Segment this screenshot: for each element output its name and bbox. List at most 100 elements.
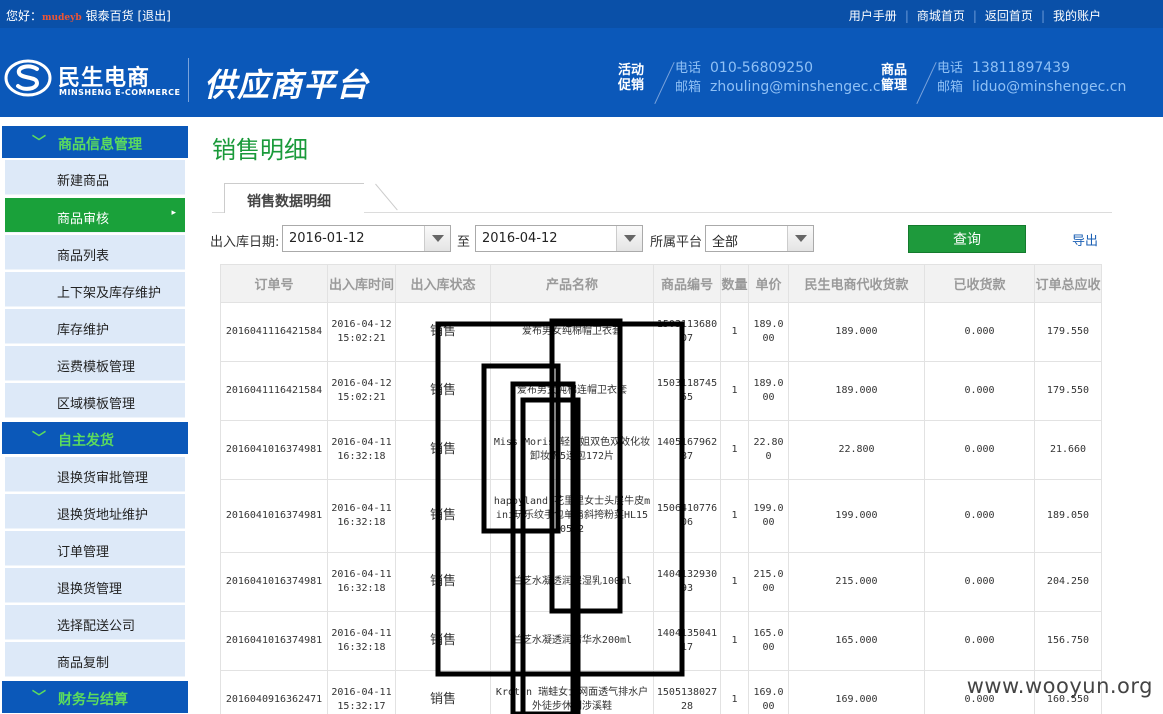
received-cell: 0.000 [924, 479, 1035, 553]
sidebar-item-label: 退换货审批管理 [57, 471, 149, 486]
promo-label-line: 促销 [618, 78, 645, 93]
tab-label: 销售数据明细 [247, 194, 331, 210]
divider [188, 58, 189, 102]
sidebar-item-orders[interactable]: 订单管理 [5, 531, 185, 566]
column-header: 数量 [720, 264, 749, 303]
date-text: 2016-04-11 [331, 503, 392, 514]
order-number-cell: 2016041016374981 [220, 611, 328, 671]
user-manual-link[interactable]: 用户手册 [849, 9, 897, 23]
received-cell: 0.000 [924, 552, 1035, 612]
sidebar-item-label: 订单管理 [57, 545, 110, 560]
section-title: 商品信息管理 [58, 137, 142, 153]
sidebar-section-goods-info[interactable]: ﹀ 商品信息管理 [2, 126, 188, 158]
goods-label: 商品 管理 [881, 63, 907, 93]
sidebar-item-label: 退换货地址维护 [57, 508, 149, 523]
sidebar-item-return-address[interactable]: 退换货地址维护 [5, 494, 185, 529]
end-date-value: 2016-04-12 [482, 231, 558, 246]
logout-link[interactable]: [退出] [137, 9, 170, 23]
date-text: 2016-04-11 [331, 628, 392, 639]
chevron-down-icon: ﹀ [32, 431, 46, 447]
date-text: 2016-04-11 [331, 437, 392, 448]
order-number-cell: 2016041016374981 [220, 479, 328, 553]
table-row: 2016041116421584 2016-04-12 15:02:21 销售 爱布男女… [220, 302, 1102, 362]
to-label: 至 [457, 235, 471, 250]
collection-cell: 189.000 [788, 361, 925, 421]
quantity-cell: 1 [720, 302, 749, 362]
sidebar-item-label: 新建商品 [57, 174, 110, 189]
sidebar-item-product-copy[interactable]: 商品复制 [5, 642, 185, 677]
back-home-link[interactable]: 返回首页 [985, 9, 1033, 23]
divider [916, 61, 937, 105]
price-cell: 199.000 [748, 479, 789, 553]
time-text: 15:32:17 [337, 701, 386, 712]
divider: | [972, 9, 977, 23]
goods-label-line: 商品 [881, 63, 908, 78]
promo-email[interactable]: zhouling@minshengec.cn [710, 78, 889, 97]
datetime-cell: 2016-04-11 16:32:18 [327, 552, 396, 612]
sidebar-item-label: 上下架及库存维护 [57, 286, 162, 301]
sidebar-item-label: 选择配送公司 [57, 619, 136, 634]
minsheng-logo-icon[interactable] [4, 58, 52, 98]
product-code-cell: 150311368007 [653, 302, 721, 362]
collection-cell: 165.000 [788, 611, 925, 671]
quantity-cell: 1 [720, 552, 749, 612]
watermark: www.wooyun.org [966, 674, 1153, 698]
divider [654, 61, 675, 105]
product-name-cell: 爱布男女纯棉连帽卫衣套 [490, 361, 654, 421]
username: mudeyb [42, 13, 82, 23]
total-cell: 204.250 [1034, 552, 1102, 612]
sidebar-section-finance[interactable]: ﹀ 财务与结算 [2, 681, 188, 713]
goods-phone: 13811897439 [972, 60, 1070, 76]
section-title: 财务与结算 [58, 692, 128, 708]
sidebar-item-delivery-company[interactable]: 选择配送公司 [5, 605, 185, 640]
order-number-cell: 2016041116421584 [220, 302, 328, 362]
total-cell: 179.550 [1034, 302, 1102, 362]
dropdown-button[interactable] [424, 226, 450, 251]
datetime-cell: 2016-04-12 15:02:21 [327, 361, 396, 421]
sidebar-item-return-approval[interactable]: 退换货审批管理 [5, 457, 185, 492]
header: 民生电商 MINSHENG E-COMMERCE 供应商平台 活动 促销 电话 … [0, 28, 1163, 117]
mail-key: 邮箱 [675, 80, 702, 95]
platform-select[interactable]: 全部 [705, 225, 814, 252]
goods-contact-values: 13811897439 liduo@minshengec.cn [972, 59, 1126, 97]
state-cell: 销售 [395, 479, 491, 553]
export-link[interactable]: 导出 [1072, 230, 1098, 249]
time-text: 15:02:21 [337, 333, 386, 344]
platform-value: 全部 [712, 235, 739, 250]
collection-cell: 169.000 [788, 670, 925, 714]
sidebar-item-stock[interactable]: 库存维护 [5, 309, 185, 344]
query-button[interactable]: 查询 [908, 225, 1026, 253]
product-code-cell: 140516796287 [653, 420, 721, 480]
state-cell: 销售 [395, 420, 491, 480]
column-header: 单价 [748, 264, 789, 303]
sidebar-item-freight-template[interactable]: 运费模板管理 [5, 346, 185, 381]
dropdown-button[interactable] [787, 226, 813, 251]
date-label: 出入库日期: [210, 235, 280, 250]
sidebar-item-new-product[interactable]: 新建商品 [5, 160, 185, 195]
goods-email[interactable]: liduo@minshengec.cn [972, 78, 1126, 97]
end-date-select[interactable]: 2016-04-12 [475, 225, 643, 252]
sidebar-section-self-ship[interactable]: ﹀ 自主发货 [2, 422, 188, 454]
start-date-select[interactable]: 2016-01-12 [282, 225, 451, 252]
mall-home-link[interactable]: 商城首页 [917, 9, 965, 23]
page-title: 销售明细 [212, 136, 308, 164]
dropdown-button[interactable] [616, 226, 642, 251]
datetime-cell: 2016-04-11 16:32:18 [327, 420, 396, 480]
sidebar-item-returns[interactable]: 退换货管理 [5, 568, 185, 603]
sidebar-item-region-template[interactable]: 区域模板管理 [5, 383, 185, 418]
my-account-link[interactable]: 我的账户 [1053, 9, 1101, 23]
product-name-cell: Kroten 瑞蛙女士网面透气排水户外徒步休闲涉溪鞋 [490, 670, 654, 714]
datetime-cell: 2016-04-11 16:32:18 [327, 479, 396, 553]
total-cell: 189.050 [1034, 479, 1102, 553]
time-text: 16:32:18 [337, 517, 386, 528]
page: 您好：mudeyb 银泰百货 [退出] 用户手册 | 商城首页 | 返回首页 | 我的账户 民… [0, 0, 1163, 714]
product-name-cell: happyland 花里里女士头层牛皮mini玩乐纹手包单肩斜挎粉菜HL1505… [490, 479, 654, 553]
sidebar-item-label: 商品审核 [57, 212, 110, 227]
top-bar: 您好：mudeyb 银泰百货 [退出] 用户手册 | 商城首页 | 返回首页 | 我的账户 [0, 0, 1163, 28]
sidebar-item-product-review[interactable]: 商品审核 ▸ [5, 198, 185, 233]
sidebar: ﹀ 商品信息管理 新建商品 商品审核 ▸ 商品列表 上下架及库存维护 库存维护 运… [0, 124, 188, 714]
chevron-down-icon [795, 235, 807, 242]
tab-sales-detail[interactable]: 销售数据明细 [224, 183, 398, 213]
sidebar-item-shelf-stock[interactable]: 上下架及库存维护 [5, 272, 185, 307]
sidebar-item-product-list[interactable]: 商品列表 [5, 235, 185, 270]
